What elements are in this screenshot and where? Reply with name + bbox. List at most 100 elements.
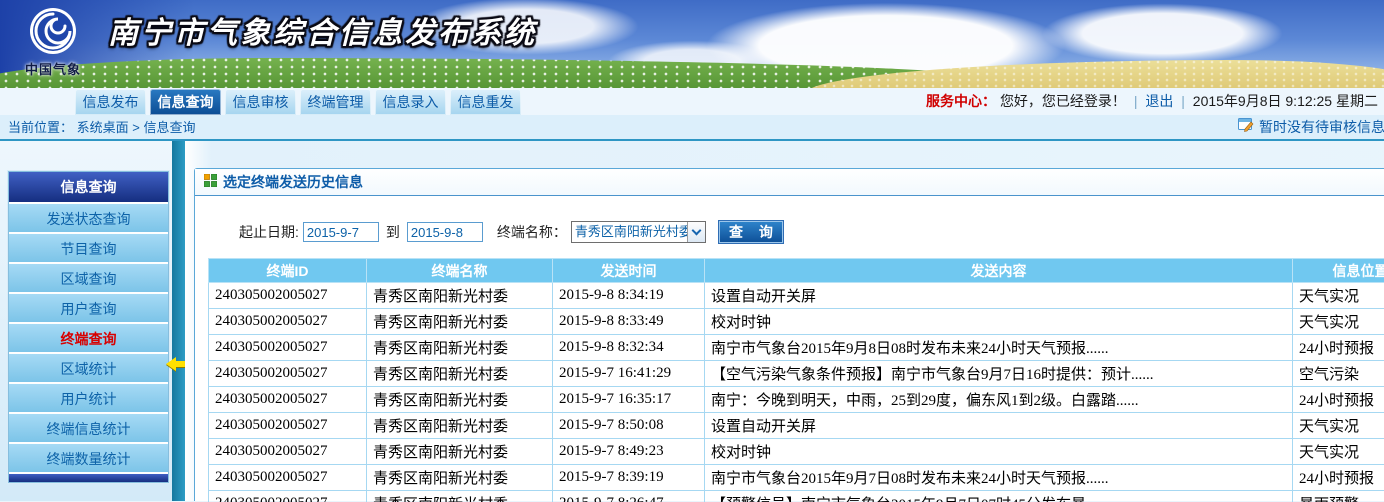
table-cell: 2015-9-7 8:39:19 [553, 465, 705, 491]
table-column-header: 终端名称 [367, 259, 553, 283]
breadcrumb-label: 当前位置： [8, 120, 73, 135]
table-row: 240305002005027青秀区南阳新光村委2015-9-7 8:39:19… [209, 465, 1384, 491]
nav-tab[interactable]: 信息查询 [150, 89, 221, 115]
sidebar-item[interactable]: 用户统计 [9, 382, 168, 412]
table-cell: 24小时预报 [1293, 465, 1384, 491]
table-row: 240305002005027青秀区南阳新光村委2015-9-8 8:33:49… [209, 309, 1384, 335]
table-cell: 天气实况 [1293, 309, 1384, 335]
table-cell: 空气污染 [1293, 361, 1384, 387]
review-notice: 暂时没有待审核信息 [1238, 115, 1384, 140]
sidebar-item[interactable]: 节目查询 [9, 232, 168, 262]
filter-row: 起止日期: 到 终端名称： 青秀区南阳新光村委 查 询 [239, 220, 1384, 244]
panel-title: 选定终端发送历史信息 [223, 172, 363, 192]
logout-link[interactable]: 退出 [1145, 93, 1173, 109]
table-cell: 校对时钟 [705, 439, 1293, 465]
nav-tab[interactable]: 信息发布 [75, 89, 146, 115]
table-cell: 240305002005027 [209, 335, 367, 361]
table-cell: 青秀区南阳新光村委 [367, 413, 553, 439]
table-row: 240305002005027青秀区南阳新光村委2015-9-7 8:49:23… [209, 439, 1384, 465]
breadcrumb: 系统桌面 > 信息查询 [77, 120, 196, 135]
nav-tab[interactable]: 信息录入 [375, 89, 446, 115]
sidebar-item[interactable]: 发送状态查询 [9, 202, 168, 232]
table-cell: 24小时预报 [1293, 387, 1384, 413]
app-window: 中国气象 南宁市气象综合信息发布系统 信息发布信息查询信息审核终端管理信息录入信… [0, 0, 1384, 502]
table-cell: 青秀区南阳新光村委 [367, 465, 553, 491]
sidebar-menu: 发送状态查询节目查询区域查询用户查询终端查询区域统计用户统计终端信息统计终端数量… [9, 202, 168, 472]
terminal-select[interactable]: 青秀区南阳新光村委 [571, 221, 706, 243]
table-row: 240305002005027青秀区南阳新光村委2015-9-7 16:41:2… [209, 361, 1384, 387]
history-table-body: 240305002005027青秀区南阳新光村委2015-9-8 8:34:19… [209, 283, 1384, 502]
app-header: 中国气象 南宁市气象综合信息发布系统 [0, 0, 1384, 88]
terminal-name-label: 终端名称： [497, 222, 567, 242]
table-cell: 2015-9-8 8:33:49 [553, 309, 705, 335]
nav-tab[interactable]: 终端管理 [300, 89, 371, 115]
table-cell: 天气实况 [1293, 283, 1384, 309]
date-range-label: 起止日期: [239, 222, 299, 242]
table-cell: 南宁市气象台2015年9月8日08时发布未来24小时天气预报...... [705, 335, 1293, 361]
cma-spiral-icon [18, 4, 88, 58]
grid-icon [204, 174, 223, 190]
table-cell: 青秀区南阳新光村委 [367, 361, 553, 387]
collapse-arrow-icon[interactable] [166, 357, 185, 371]
table-cell: 青秀区南阳新光村委 [367, 309, 553, 335]
table-cell: 2015-9-7 16:35:17 [553, 387, 705, 413]
review-notice-text: 暂时没有待审核信息 [1259, 115, 1384, 140]
table-row: 240305002005027青秀区南阳新光村委2015-9-7 8:26:47… [209, 491, 1384, 502]
sidebar-item[interactable]: 区域统计 [9, 352, 168, 382]
table-row: 240305002005027青秀区南阳新光村委2015-9-8 8:32:34… [209, 335, 1384, 361]
nav-tab[interactable]: 信息重发 [450, 89, 521, 115]
table-row: 240305002005027青秀区南阳新光村委2015-9-8 8:34:19… [209, 283, 1384, 309]
sidebar-item[interactable]: 终端查询 [9, 322, 168, 352]
table-cell: 青秀区南阳新光村委 [367, 387, 553, 413]
table-cell: 设置自动开关屏 [705, 413, 1293, 439]
sidebar-item[interactable]: 终端数量统计 [9, 442, 168, 472]
chevron-down-icon[interactable] [687, 222, 705, 242]
note-pencil-icon [1238, 115, 1259, 140]
table-column-header: 发送内容 [705, 259, 1293, 283]
panel-title-bar: 选定终端发送历史信息 [195, 169, 1384, 196]
table-cell: 240305002005027 [209, 439, 367, 465]
table-cell: 240305002005027 [209, 309, 367, 335]
history-table: 终端ID终端名称发送时间发送内容信息位置 240305002005027青秀区南… [208, 258, 1384, 502]
table-row: 240305002005027青秀区南阳新光村委2015-9-7 8:50:08… [209, 413, 1384, 439]
table-cell: 240305002005027 [209, 361, 367, 387]
to-label: 到 [386, 222, 400, 242]
table-column-header: 发送时间 [553, 259, 705, 283]
main-content: 选定终端发送历史信息 起止日期: 到 终端名称： 青秀区南阳新光村委 查 询 [185, 141, 1384, 501]
table-cell: 2015-9-7 16:41:29 [553, 361, 705, 387]
table-cell: 2015-9-7 8:49:23 [553, 439, 705, 465]
table-cell: 暴雨预警 [1293, 491, 1384, 502]
wheat-field-decoration [805, 60, 1384, 88]
table-cell: 南宁市气象台2015年9月7日08时发布未来24小时天气预报...... [705, 465, 1293, 491]
search-button[interactable]: 查 询 [718, 220, 784, 244]
sidebar-divider [172, 141, 185, 501]
sidebar-item[interactable]: 区域查询 [9, 262, 168, 292]
table-column-header: 终端ID [209, 259, 367, 283]
table-row: 240305002005027青秀区南阳新光村委2015-9-7 16:35:1… [209, 387, 1384, 413]
table-cell: 【预警信号】南宁市气象台2015年9月7日07时45分发布暴...... [705, 491, 1293, 502]
table-cell: 校对时钟 [705, 309, 1293, 335]
table-cell: 青秀区南阳新光村委 [367, 335, 553, 361]
service-center-label: 服务中心： [926, 93, 996, 109]
sidebar-item[interactable]: 终端信息统计 [9, 412, 168, 442]
table-cell: 240305002005027 [209, 387, 367, 413]
table-header-row: 终端ID终端名称发送时间发送内容信息位置 [209, 259, 1384, 283]
terminal-select-value: 青秀区南阳新光村委 [572, 222, 687, 242]
date-to-input[interactable] [407, 222, 483, 242]
table-cell: 青秀区南阳新光村委 [367, 439, 553, 465]
table-cell: 240305002005027 [209, 491, 367, 502]
table-cell: 240305002005027 [209, 465, 367, 491]
table-cell: 天气实况 [1293, 439, 1384, 465]
user-info: 服务中心： 您好，您已经登录！ | 退出 | 2015年9月8日 9:12:25… [926, 88, 1378, 115]
separator: | [1181, 93, 1185, 109]
table-cell: 2015-9-8 8:34:19 [553, 283, 705, 309]
sidebar-item[interactable]: 用户查询 [9, 292, 168, 322]
table-cell: 2015-9-7 8:50:08 [553, 413, 705, 439]
date-from-input[interactable] [303, 222, 379, 242]
nav-tab[interactable]: 信息审核 [225, 89, 296, 115]
table-cell: 2015-9-8 8:32:34 [553, 335, 705, 361]
breadcrumb-row: 当前位置： 系统桌面 > 信息查询 暂时没有待审核信息 [0, 115, 1384, 141]
table-cell: 天气实况 [1293, 413, 1384, 439]
table-cell: 24小时预报 [1293, 335, 1384, 361]
page-title: 南宁市气象综合信息发布系统 [108, 8, 537, 52]
